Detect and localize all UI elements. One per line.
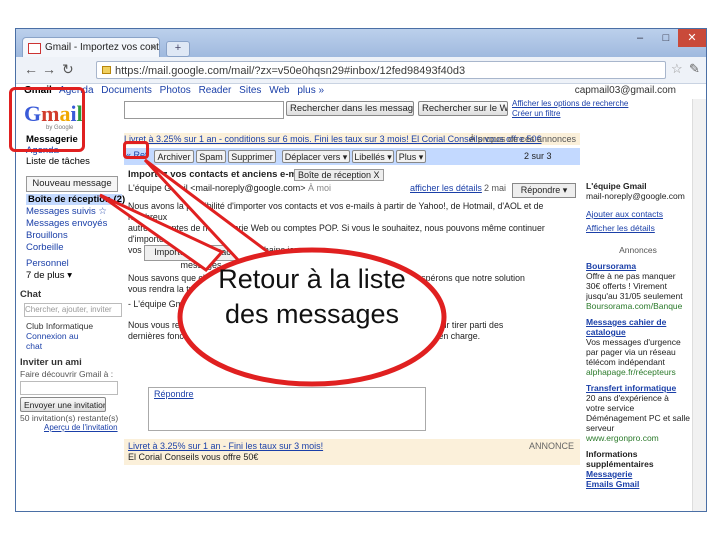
sender: L'équipe Gmail <mail-noreply@google.com> xyxy=(128,183,306,193)
ad-item[interactable]: Boursorama Offre à ne pas manquer 30€ off… xyxy=(586,261,690,311)
sender-card-title: L'équipe Gmail xyxy=(586,181,647,191)
ads-heading: Annonces xyxy=(619,245,657,255)
sidebar-item-starred[interactable]: Messages suivis ☆ xyxy=(26,206,107,217)
new-tab-button[interactable]: + xyxy=(166,41,190,57)
address-bar[interactable]: https://mail.google.com/mail/?zx=v50e0hq… xyxy=(96,61,666,79)
add-contact-link[interactable]: Ajouter aux contacts xyxy=(586,209,690,219)
recipient: À moi xyxy=(307,183,331,193)
create-filter-link[interactable]: Créer un filtre xyxy=(512,109,560,118)
import-contacts-button[interactable]: Importer les contacts et messages xyxy=(144,245,258,270)
spam-button[interactable]: Spam xyxy=(196,150,226,163)
user-email[interactable]: capmail03@gmail.com xyxy=(575,84,676,98)
back-arrow-icon[interactable]: ← xyxy=(24,61,38,77)
vertical-scrollbar[interactable] xyxy=(692,99,706,511)
reload-icon[interactable]: ↻ xyxy=(62,61,74,78)
search-web-button[interactable]: Rechercher sur le Web xyxy=(418,101,508,116)
show-details-link[interactable]: afficher les détails xyxy=(410,183,482,193)
ad-item[interactable]: Transfert informatique 20 ans d'expérienc… xyxy=(586,383,690,443)
minimize-button[interactable]: – xyxy=(626,29,654,47)
tab-close-icon[interactable]: × xyxy=(150,38,156,57)
pagination: 2 sur 3 xyxy=(524,151,552,161)
gbar-link-photos[interactable]: Photos xyxy=(160,85,191,96)
url-text: https://mail.google.com/mail/?zx=v50e0hq… xyxy=(115,65,466,77)
more-actions-button[interactable]: Plus ▾ xyxy=(396,150,426,163)
gbar-link-web[interactable]: Web xyxy=(269,85,289,96)
gmail-logo-highlight xyxy=(9,87,85,152)
sidebar-item-inbox[interactable]: Boîte de réception (2) xyxy=(26,194,125,205)
message-subject: Importez vos contacts et anciens e-mails xyxy=(128,169,313,180)
invites-left: 50 invitation(s) restante(s) xyxy=(20,413,119,423)
reply-button[interactable]: Répondre ▾ xyxy=(512,183,576,198)
back-link-highlight xyxy=(123,141,149,159)
chat-connect-link[interactable]: Connexion au xyxy=(26,331,78,341)
title-bar: Gmail - Importez vos conta × + – □ ✕ xyxy=(16,29,706,57)
search-mail-button[interactable]: Rechercher dans les messages xyxy=(286,101,414,116)
search-options-link[interactable]: Afficher les options de recherche xyxy=(512,99,628,108)
chat-label[interactable]: Chat xyxy=(20,289,41,300)
gbar-link-more[interactable]: plus » xyxy=(297,85,324,96)
gbar-link-documents[interactable]: Documents xyxy=(101,85,152,96)
callout-text: Retour à la liste des messages xyxy=(218,264,406,329)
archive-button[interactable]: Archiver xyxy=(154,150,194,163)
right-column: L'équipe Gmail mail-noreply@google.com A… xyxy=(586,181,690,511)
sidebar-item-sent[interactable]: Messages envoyés xyxy=(26,218,107,229)
chat-contact[interactable]: Club Informatique xyxy=(26,321,93,331)
message-time: 2 mai xyxy=(484,183,507,193)
ad-item[interactable]: Informations supplémentaires Messagerie Em… xyxy=(586,449,690,489)
gbar-link-reader[interactable]: Reader xyxy=(199,85,232,96)
wrench-icon[interactable]: ✎ xyxy=(689,61,700,77)
bookmark-star-icon[interactable]: ☆ xyxy=(671,61,683,77)
inbox-label-chip[interactable]: Boîte de réception X xyxy=(294,169,384,181)
top-ad[interactable]: Livret à 3.25% sur 1 an - conditions sur… xyxy=(124,133,580,145)
labels-button[interactable]: Libellés ▾ xyxy=(352,150,394,163)
message-header[interactable]: L'équipe Gmail <mail-noreply@google.com>… xyxy=(128,183,578,196)
gbar-link-sites[interactable]: Sites xyxy=(239,85,261,96)
sidebar-item-more[interactable]: 7 de plus ▾ xyxy=(26,270,72,281)
about-ads-link[interactable]: À propos de ces annonces xyxy=(469,133,576,145)
compose-button[interactable]: Nouveau message xyxy=(26,176,118,192)
maximize-button[interactable]: □ xyxy=(652,29,680,47)
send-invite-button[interactable]: Envoyer une invitation xyxy=(20,397,106,412)
forward-arrow-icon[interactable]: → xyxy=(42,61,56,77)
gmail-favicon-icon xyxy=(28,43,41,54)
search-input[interactable] xyxy=(124,101,284,119)
bottom-ad[interactable]: Livret à 3.25% sur 1 an - Fini les taux … xyxy=(124,439,580,465)
message-toolbar: « Ret Archiver Spam Supprimer Déplacer v… xyxy=(124,148,580,165)
invite-email-input[interactable] xyxy=(20,381,118,395)
sender-card-email: mail-noreply@google.com xyxy=(586,191,685,201)
chat-connect-link-2[interactable]: chat xyxy=(26,341,42,351)
move-to-button[interactable]: Déplacer vers ▾ xyxy=(282,150,350,163)
chat-search-input[interactable]: Chercher, ajouter, inviter xyxy=(24,303,122,317)
ad-tag: ANNONCE xyxy=(528,441,574,451)
google-bar: Gmail Agenda Documents Photos Reader Sit… xyxy=(16,84,706,98)
ad-item[interactable]: Messages cahier de catalogue Vos messages… xyxy=(586,317,690,377)
sidebar-item-drafts[interactable]: Brouillons xyxy=(26,230,68,241)
invite-text: Faire découvrir Gmail à : xyxy=(20,369,114,379)
lock-icon xyxy=(102,66,111,74)
sidebar-item-trash[interactable]: Corbeille xyxy=(26,242,64,253)
invite-label: Inviter un ami xyxy=(20,357,82,368)
preview-invite-link[interactable]: Aperçu de l'invitation xyxy=(44,423,118,432)
close-window-button[interactable]: ✕ xyxy=(678,29,706,47)
delete-button[interactable]: Supprimer xyxy=(228,150,276,163)
sidebar-item-personnel[interactable]: Personnel xyxy=(26,258,69,269)
tab-title: Gmail - Importez vos conta xyxy=(45,42,160,53)
browser-toolbar: ← → ↻ https://mail.google.com/mail/?zx=v… xyxy=(16,57,706,84)
sidebar-item-tasks[interactable]: Liste de tâches xyxy=(26,156,90,167)
details-link[interactable]: Afficher les détails xyxy=(586,223,690,233)
browser-tab[interactable]: Gmail - Importez vos conta × xyxy=(22,37,160,57)
quick-reply-link[interactable]: Répondre xyxy=(154,389,194,399)
